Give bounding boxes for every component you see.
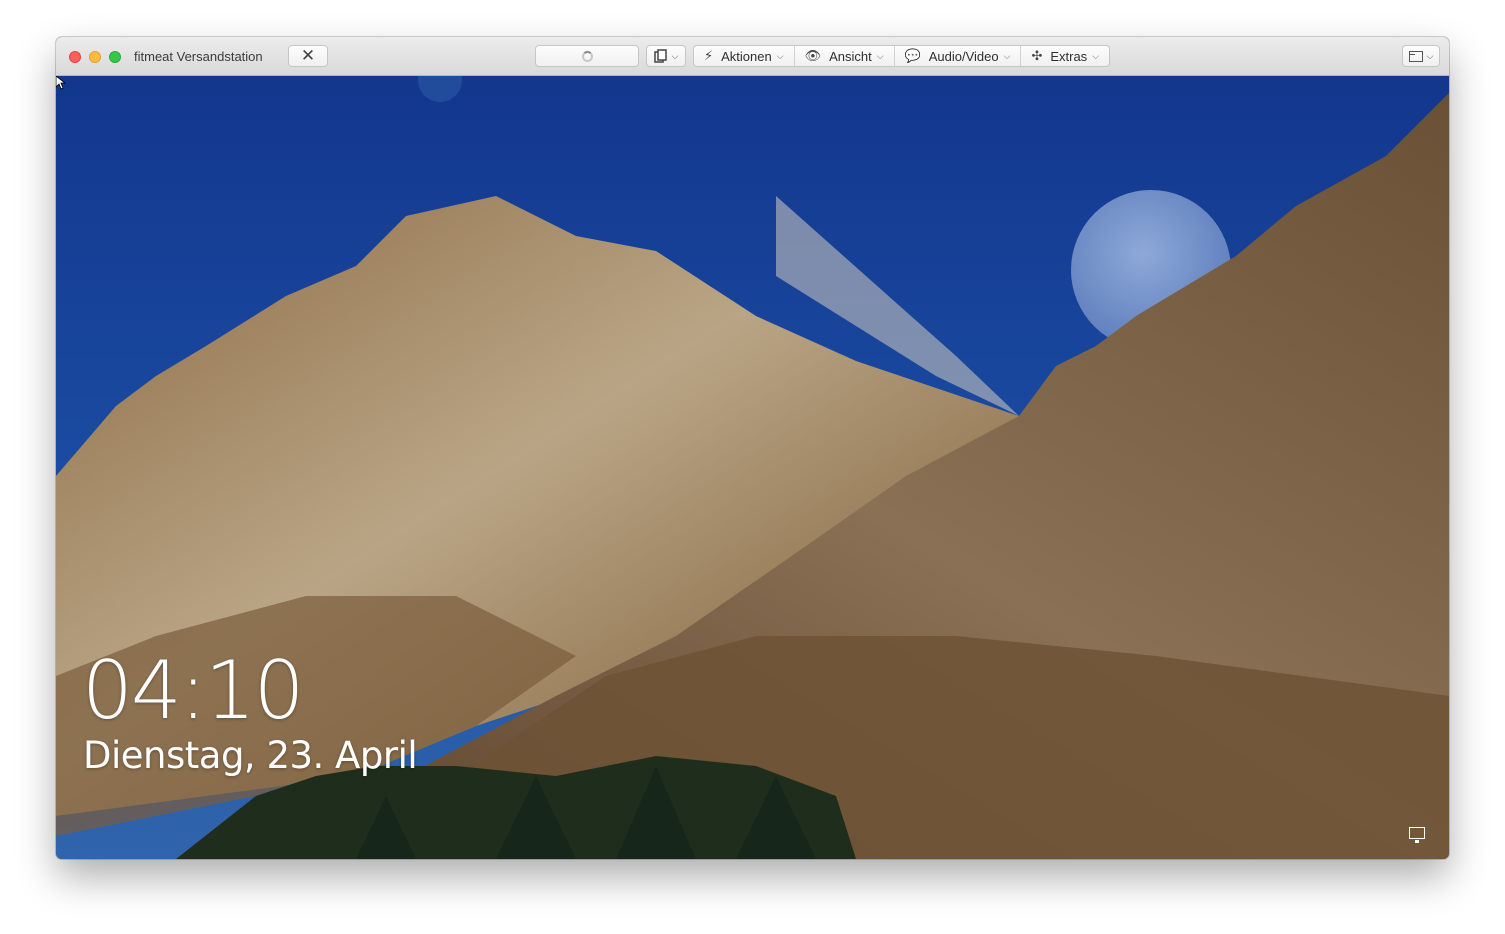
chevron-down-icon: ⌵ <box>1092 50 1100 61</box>
lock-screen-time: 04:10 <box>82 644 305 737</box>
copy-documents-icon <box>653 49 667 63</box>
window-layout-button[interactable]: ⌵ <box>1402 45 1440 67</box>
window-title: fitmeat Versandstation <box>134 49 263 64</box>
eye-icon: 👁 <box>804 48 822 63</box>
menu-audio-video-label: Audio/Video <box>928 48 999 64</box>
chevron-down-icon: ⌵ <box>876 50 884 61</box>
close-x-icon: ✕ <box>300 46 316 65</box>
lightning-icon: ⚡ <box>704 48 714 63</box>
connection-status-field <box>535 45 639 67</box>
lock-screen-date: Dienstag, 23. April <box>83 734 418 777</box>
chevron-down-icon: ⌵ <box>671 50 679 61</box>
disconnect-button[interactable]: ✕ <box>288 45 328 67</box>
window-layout-icon <box>1408 50 1423 62</box>
remote-desktop-window: fitmeat Versandstation ✕ ⌵ ⚡ Aktionen ⌵ … <box>56 37 1449 859</box>
menu-extras-label: Extras <box>1050 48 1088 64</box>
chevron-down-icon: ⌵ <box>1003 50 1011 61</box>
close-window-button[interactable] <box>69 51 81 63</box>
toolbar-menu-group: ⚡ Aktionen ⌵ 👁 Ansicht ⌵ 💬 Audio/Video ⌵… <box>693 45 1111 67</box>
menu-audio-video[interactable]: 💬 Audio/Video ⌵ <box>895 46 1022 66</box>
network-monitor-icon[interactable] <box>1409 827 1425 843</box>
maximize-window-button[interactable] <box>109 51 121 63</box>
menu-ansicht[interactable]: 👁 Ansicht ⌵ <box>795 46 895 66</box>
mouse-pointer-icon <box>56 76 66 90</box>
chat-bubbles-icon: 💬 <box>904 48 921 63</box>
remote-lock-screen[interactable]: 04:10 Dienstag, 23. April <box>56 76 1449 859</box>
puzzle-icon: ✣ <box>1031 48 1043 63</box>
chevron-down-icon: ⌵ <box>776 50 784 61</box>
menu-ansicht-label: Ansicht <box>829 48 872 64</box>
spinner-icon <box>581 50 593 62</box>
title-bar: fitmeat Versandstation ✕ ⌵ ⚡ Aktionen ⌵ … <box>56 37 1449 76</box>
chevron-down-icon: ⌵ <box>1426 50 1434 61</box>
minimize-window-button[interactable] <box>89 51 101 63</box>
clipboard-button[interactable]: ⌵ <box>646 45 686 67</box>
menu-aktionen[interactable]: ⚡ Aktionen ⌵ <box>694 46 795 66</box>
menu-aktionen-label: Aktionen <box>721 48 772 64</box>
menu-extras[interactable]: ✣ Extras ⌵ <box>1021 46 1109 66</box>
